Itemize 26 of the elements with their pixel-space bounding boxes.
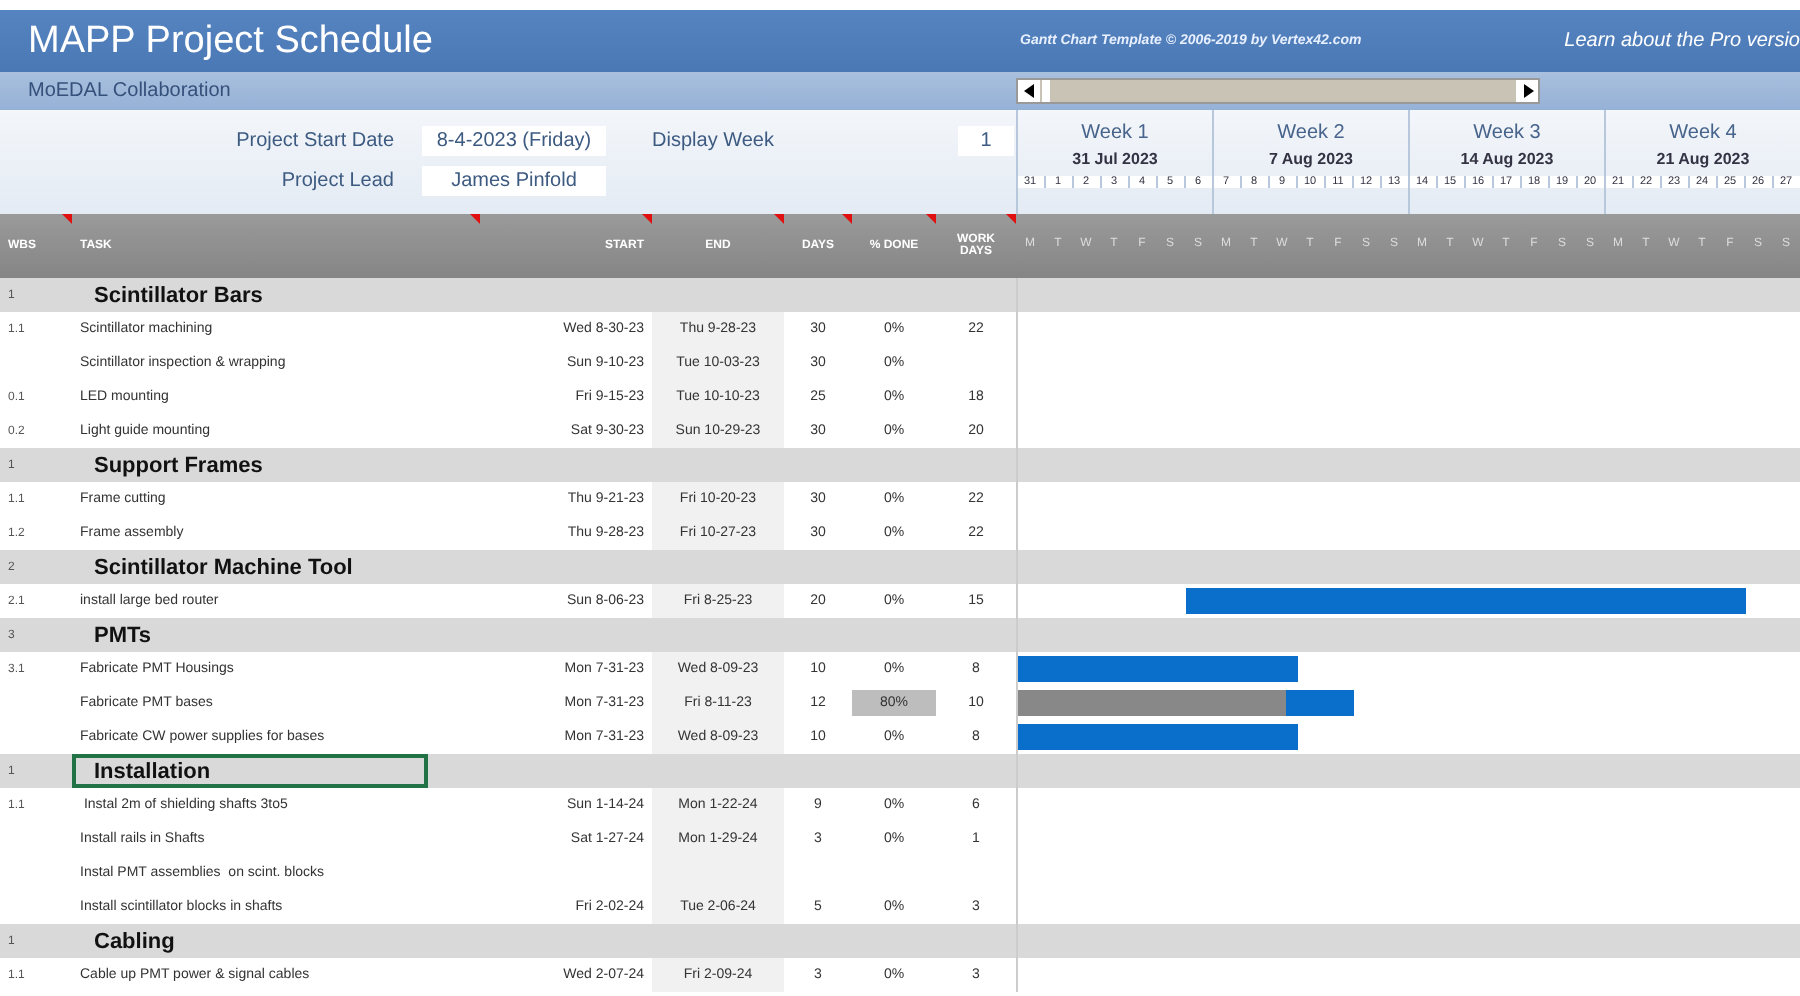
field-value[interactable]: James Pinfold <box>422 165 606 195</box>
scroll-left-icon[interactable] <box>1018 80 1040 102</box>
field-value[interactable]: 1 <box>958 125 1014 155</box>
subtitle: MoEDAL Collaboration <box>26 80 233 102</box>
week-date: 21 Aug 2023 <box>1656 150 1750 168</box>
group-title-cell[interactable]: Cabling <box>72 924 428 958</box>
field-label: Display Week <box>650 129 776 151</box>
week-label: Week 4 <box>1669 122 1737 144</box>
week-date: 7 Aug 2023 <box>1269 150 1353 168</box>
field-label: Project Start Date <box>234 129 396 151</box>
week-scrollbar[interactable] <box>1016 78 1540 104</box>
week-label: Week 2 <box>1277 122 1345 144</box>
week-label: Week 1 <box>1081 122 1149 144</box>
sheet-title: MAPP Project Schedule <box>26 19 435 63</box>
week-label: Week 3 <box>1473 122 1541 144</box>
group-title-cell[interactable]: Scintillator Machine Tool <box>72 550 428 584</box>
scroll-right-icon[interactable] <box>1516 80 1538 102</box>
group-title-cell[interactable]: PMTs <box>72 618 428 652</box>
pro-version-link[interactable]: Learn about the Pro versio <box>1564 30 1800 52</box>
field-value[interactable]: 8-4-2023 (Friday) <box>422 125 606 155</box>
group-title-cell[interactable]: Scintillator Bars <box>72 278 428 312</box>
week-date: 14 Aug 2023 <box>1460 150 1554 168</box>
group-title-cell[interactable]: Installation <box>72 754 428 788</box>
field-label: Project Lead <box>279 169 396 191</box>
week-date: 31 Jul 2023 <box>1072 150 1158 168</box>
group-title-cell[interactable]: Support Frames <box>72 448 428 482</box>
